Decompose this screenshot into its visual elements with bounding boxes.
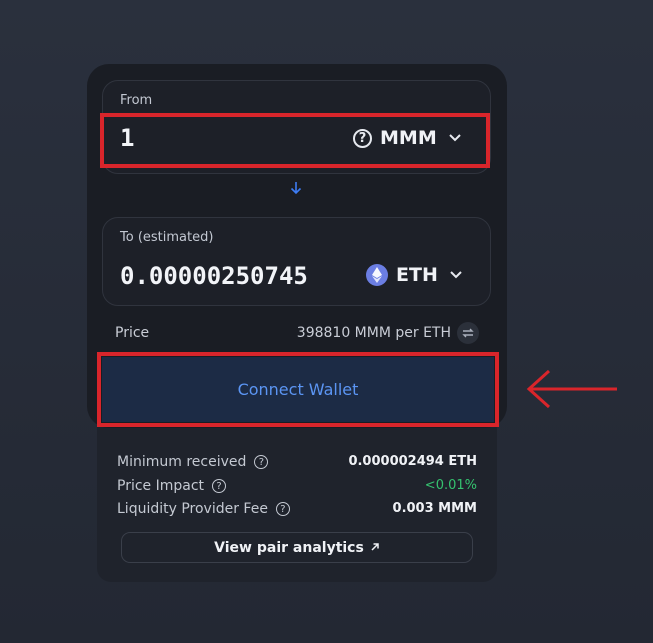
minimum-received-value: 0.000002494 ETH (348, 454, 477, 469)
external-arrow-icon (370, 540, 380, 556)
price-impact-label: Price Impact (117, 478, 205, 494)
price-row: Price 398810 MMM per ETH (115, 322, 479, 344)
question-circle-icon: ? (353, 128, 372, 148)
swap-direction-icon[interactable] (457, 322, 479, 344)
from-amount-input[interactable]: 1 (120, 124, 134, 152)
connect-wallet-button[interactable]: Connect Wallet (102, 357, 494, 422)
price-label: Price (115, 325, 150, 341)
to-token-selector[interactable]: ETH (366, 264, 462, 286)
from-token-symbol: MMM (380, 127, 437, 149)
help-icon[interactable]: ? (212, 479, 227, 493)
view-pair-analytics-button[interactable]: View pair analytics (121, 532, 473, 563)
ethereum-icon (366, 264, 388, 286)
lp-fee-value: 0.003 MMM (392, 501, 477, 516)
lp-fee-row: Liquidity Provider Fee ? 0.003 MMM (117, 501, 477, 519)
to-label: To (estimated) (120, 230, 214, 245)
from-label: From (120, 93, 153, 108)
help-icon[interactable]: ? (275, 502, 290, 516)
to-token-symbol: ETH (396, 264, 438, 286)
minimum-received-label: Minimum received (117, 454, 247, 470)
price-impact-row: Price Impact ? <0.01% (117, 478, 477, 496)
arrow-down-icon[interactable] (289, 181, 303, 199)
from-token-selector[interactable]: ? MMM (353, 127, 461, 149)
help-icon[interactable]: ? (254, 455, 269, 469)
price-impact-value: <0.01% (424, 478, 477, 493)
price-value: 398810 MMM per ETH (296, 325, 451, 341)
chevron-down-icon (449, 131, 461, 146)
to-amount-output[interactable]: 0.00000250745 (120, 262, 308, 290)
analytics-button-label: View pair analytics (214, 539, 364, 556)
pointer-arrow-icon (525, 367, 620, 415)
chevron-down-icon (450, 268, 462, 283)
minimum-received-row: Minimum received ? 0.000002494 ETH (117, 454, 477, 472)
lp-fee-label: Liquidity Provider Fee (117, 501, 268, 517)
